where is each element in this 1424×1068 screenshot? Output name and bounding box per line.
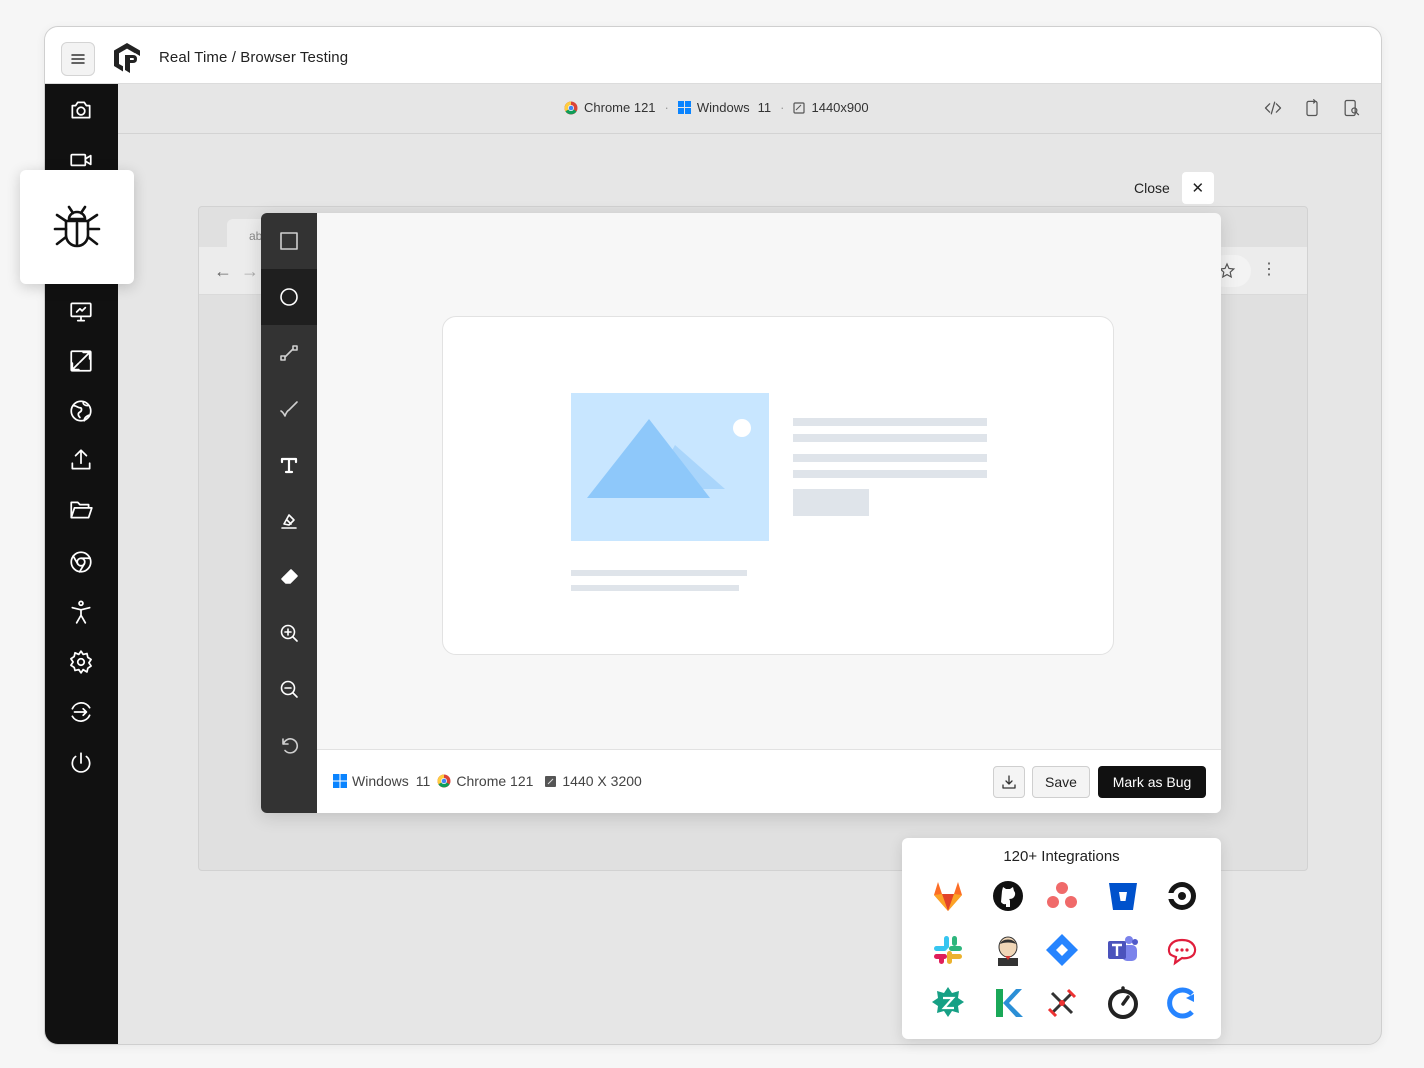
download-button[interactable] — [993, 766, 1025, 798]
rocketchat-icon[interactable] — [1164, 932, 1200, 968]
os-version-text: 11 — [757, 100, 772, 115]
device-settings-icon[interactable] — [1341, 98, 1363, 120]
annotation-toolbar — [261, 213, 317, 813]
teams-icon[interactable] — [1105, 932, 1141, 968]
resize-icon[interactable] — [67, 347, 95, 375]
browser-version-text: Chrome 121 — [456, 773, 534, 789]
integrations-title: 120+ Integrations — [1003, 848, 1120, 865]
settings-icon[interactable] — [67, 648, 95, 676]
zoom-in-icon — [280, 624, 298, 642]
zenhub-icon[interactable] — [930, 985, 966, 1021]
resolution-text: 1440 X 3200 — [562, 773, 642, 789]
switch-icon[interactable] — [67, 698, 95, 726]
download-icon — [1002, 775, 1016, 789]
hamburger-menu-button[interactable] — [61, 42, 95, 76]
bug-annotation-editor: Windows 11 Chrome 121 1440 X 3200 Save M… — [261, 213, 1221, 813]
separator-dot: · — [664, 100, 669, 115]
bug-icon — [53, 205, 101, 248]
slack-icon[interactable] — [930, 932, 966, 968]
eraser-tool[interactable] — [261, 549, 317, 605]
resolution-icon — [793, 101, 806, 114]
separator-dot: · — [780, 100, 785, 115]
close-control: Close ✕ — [1134, 172, 1214, 204]
windows-logo-icon — [677, 101, 691, 114]
ellipse-tool[interactable] — [261, 269, 317, 325]
bugherd-icon[interactable] — [1044, 985, 1080, 1021]
os-name-text: Windows — [352, 773, 409, 789]
screenshot-canvas[interactable] — [442, 316, 1114, 655]
monitor-icon[interactable] — [67, 298, 95, 326]
square-icon — [280, 232, 298, 250]
os-version-text: 11 — [415, 773, 431, 789]
undo-tool[interactable] — [261, 717, 317, 773]
kanbanize-icon[interactable] — [990, 985, 1026, 1021]
github-icon[interactable] — [990, 878, 1026, 914]
camera-icon[interactable] — [67, 96, 95, 124]
pen-icon — [280, 401, 298, 417]
resolution-text: 1440x900 — [811, 100, 869, 115]
windows-logo-icon — [333, 774, 347, 788]
eraser-icon — [281, 569, 298, 584]
back-arrow-icon[interactable]: ← — [214, 261, 232, 282]
pen-tool[interactable] — [261, 381, 317, 437]
upload-icon[interactable] — [67, 446, 95, 474]
accessibility-icon[interactable] — [67, 598, 95, 626]
gitlab-icon[interactable] — [930, 878, 966, 914]
jenkins-icon[interactable] — [990, 932, 1026, 968]
mark-as-bug-button[interactable]: Mark as Bug — [1098, 766, 1206, 798]
session-info-bar: Chrome 121 · Windows 11 · 1440x900 — [118, 84, 1381, 134]
circleci-icon[interactable] — [1164, 878, 1200, 914]
device-rotate-icon[interactable] — [1302, 98, 1324, 120]
undo-icon — [282, 738, 299, 754]
resolution-icon — [545, 775, 557, 787]
zoom-in-tool[interactable] — [261, 605, 317, 661]
asana-icon[interactable] — [1044, 878, 1080, 914]
arrow-icon — [280, 345, 298, 361]
chrome-icon[interactable] — [67, 548, 95, 576]
page-title: Real Time / Browser Testing — [159, 49, 349, 66]
clickup-icon[interactable] — [1164, 985, 1200, 1021]
top-bar: Real Time / Browser Testing — [45, 27, 1381, 84]
close-icon: ✕ — [1191, 180, 1205, 197]
folder-icon[interactable] — [67, 496, 95, 524]
zoom-out-icon — [280, 680, 298, 698]
text-tool[interactable] — [261, 437, 317, 493]
browser-menu-icon[interactable]: ⋮ — [1261, 259, 1277, 279]
zoom-out-tool[interactable] — [261, 661, 317, 717]
close-label[interactable]: Close — [1134, 180, 1170, 196]
os-name-text: Windows — [696, 100, 750, 115]
editor-footer: Windows 11 Chrome 121 1440 X 3200 Save M… — [317, 749, 1221, 813]
forward-arrow-icon[interactable]: → — [241, 261, 259, 282]
page-placeholder-illustration — [571, 393, 987, 591]
session-details: Chrome 121 · Windows 11 · 1440x900 — [564, 100, 869, 115]
hamburger-icon — [71, 54, 85, 64]
screenshot-details: Windows 11 Chrome 121 1440 X 3200 — [333, 773, 642, 789]
highlighter-icon — [281, 514, 297, 529]
chrome-logo-icon — [437, 774, 451, 788]
text-icon — [280, 457, 298, 474]
browser-version-text: Chrome 121 — [584, 100, 656, 115]
close-button[interactable]: ✕ — [1181, 172, 1214, 204]
jira-icon[interactable] — [1044, 932, 1080, 968]
chrome-logo-icon — [564, 101, 578, 114]
lambdatest-logo-icon[interactable] — [109, 40, 145, 76]
arrow-tool[interactable] — [261, 325, 317, 381]
integrations-panel: 120+ Integrations — [902, 838, 1221, 1039]
teamwork-icon[interactable] — [1105, 985, 1141, 1021]
code-icon[interactable] — [1263, 98, 1285, 120]
highlight-tool[interactable] — [261, 493, 317, 549]
globe-icon[interactable] — [67, 397, 95, 425]
save-button[interactable]: Save — [1032, 766, 1090, 798]
rectangle-tool[interactable] — [261, 213, 317, 269]
circle-icon — [280, 288, 298, 306]
bug-report-sidebar-item[interactable] — [20, 170, 134, 284]
power-icon[interactable] — [67, 749, 95, 777]
bitbucket-icon[interactable] — [1105, 878, 1141, 914]
